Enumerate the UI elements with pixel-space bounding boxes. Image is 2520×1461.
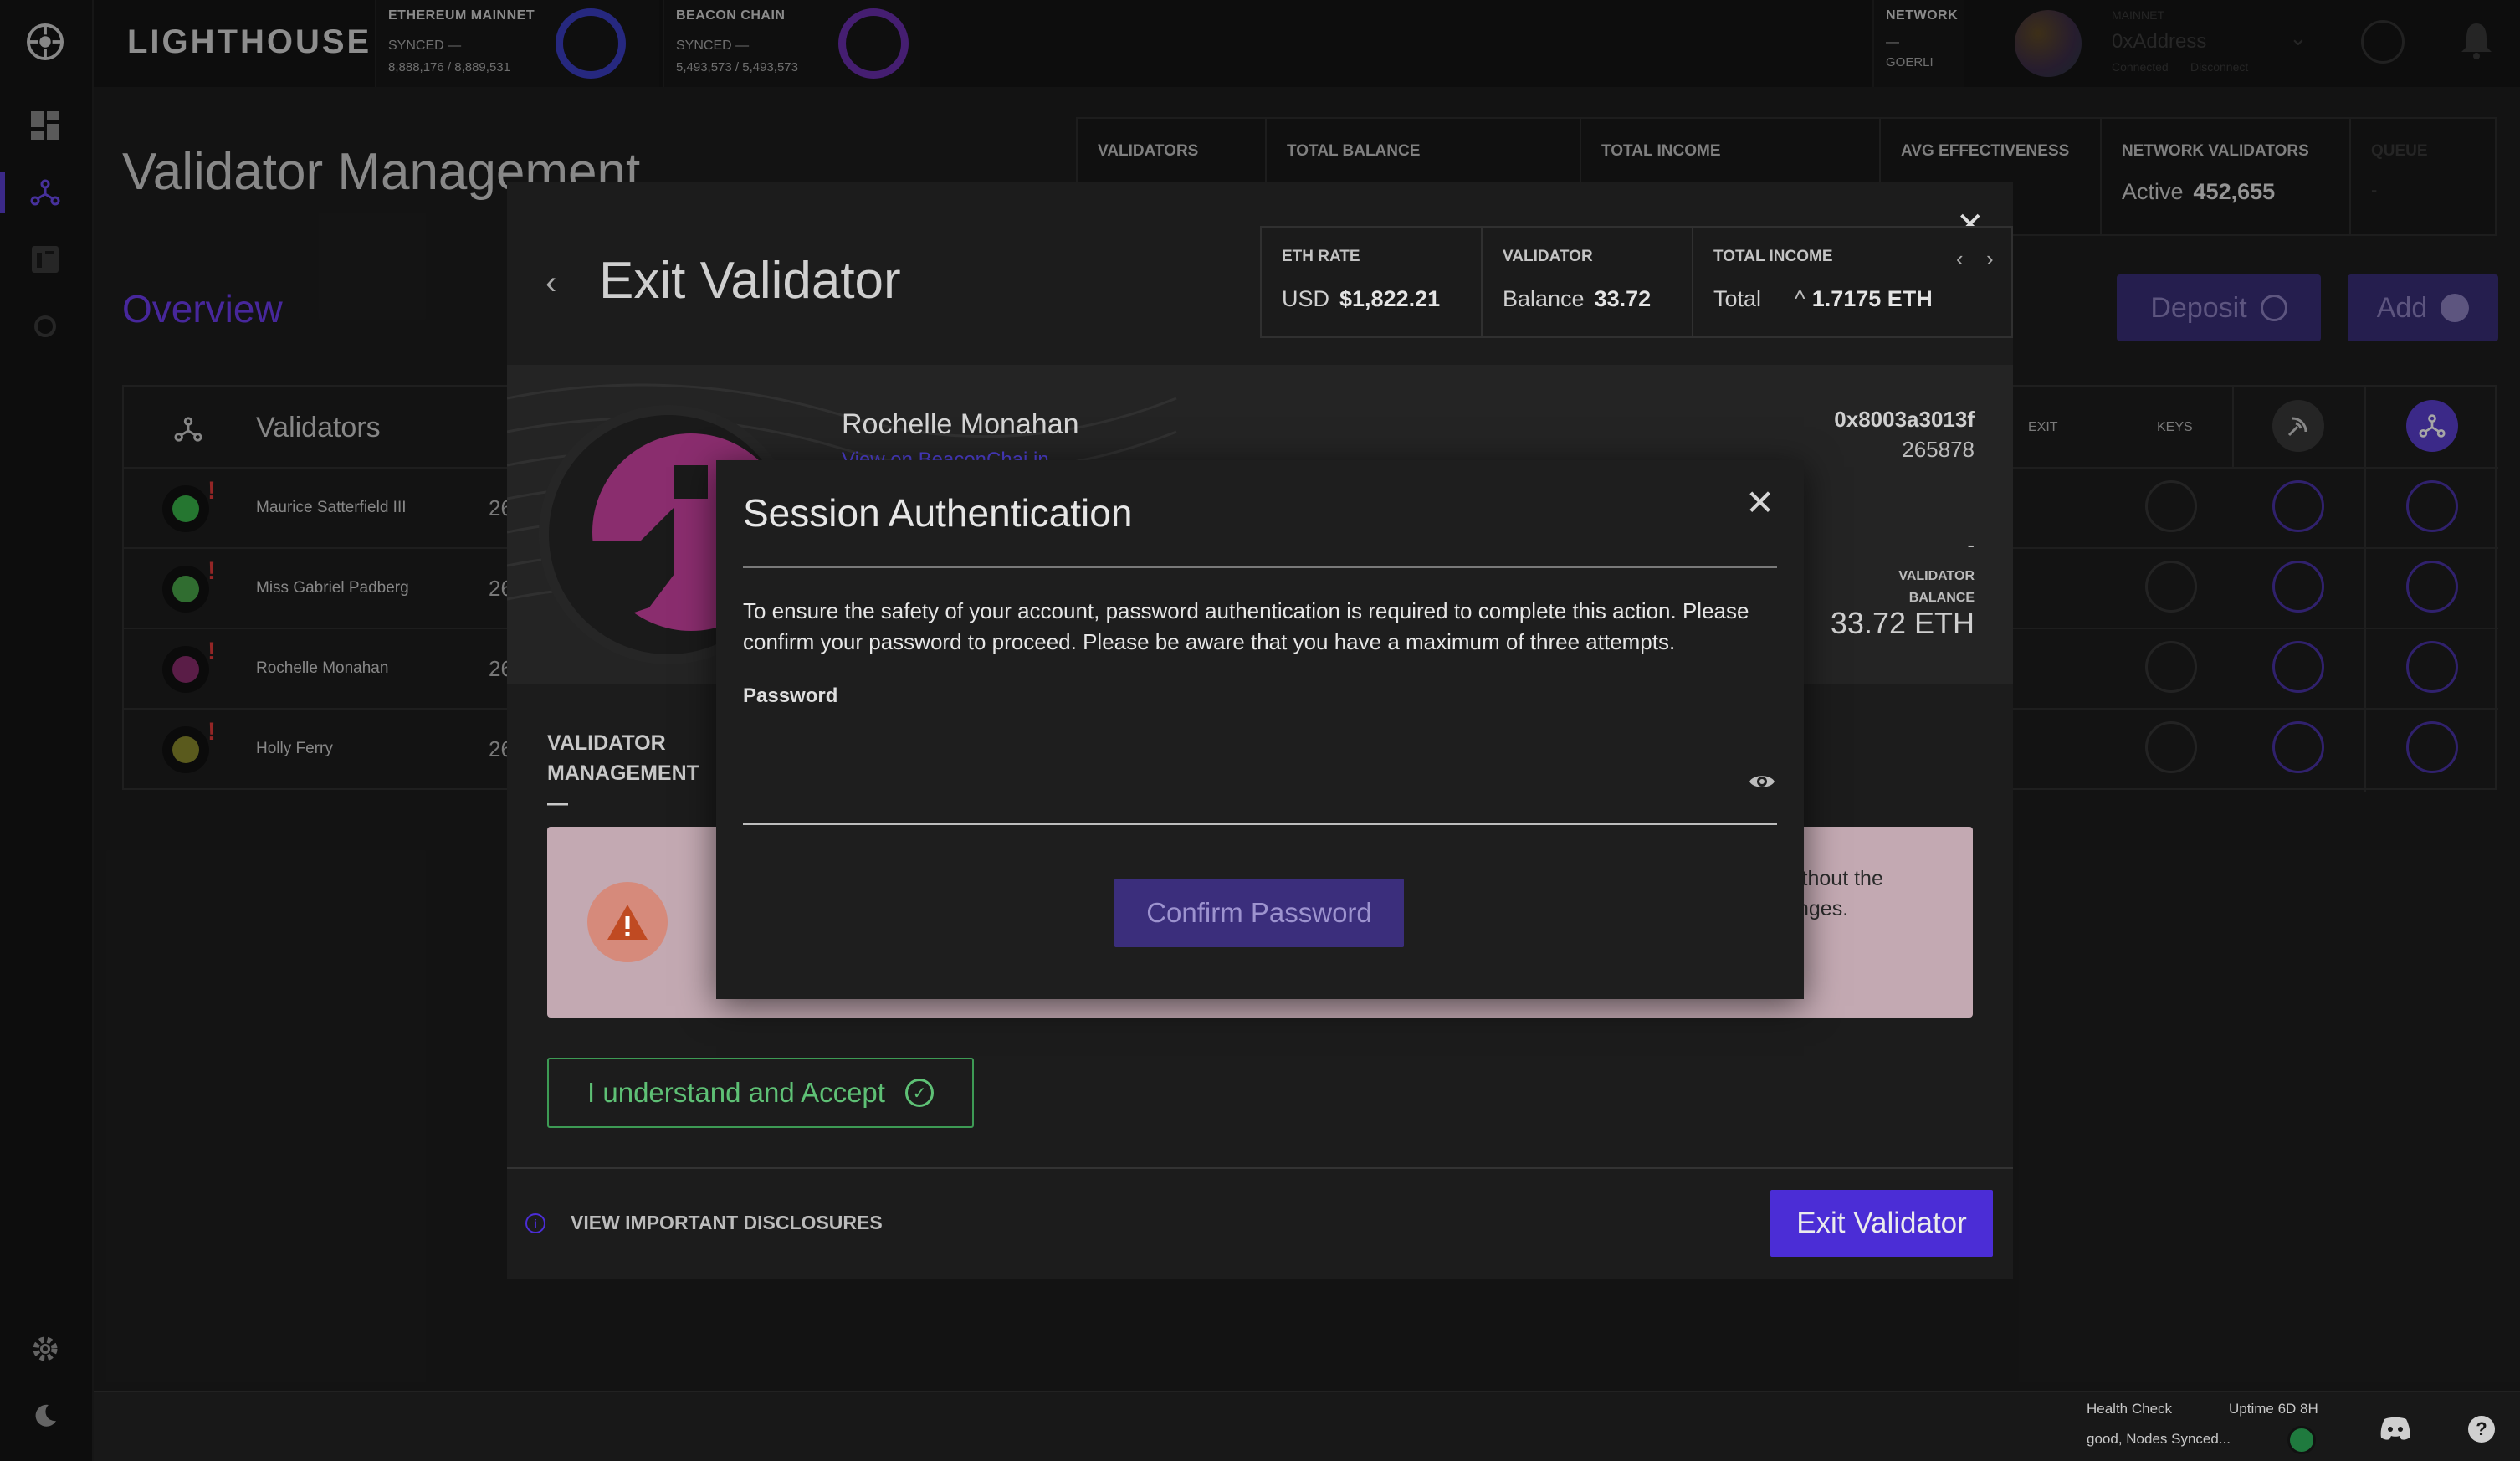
eth-rate-label: ETH RATE [1282, 248, 1360, 265]
validator-dash: - [1967, 532, 1975, 557]
info-icon: i [525, 1212, 545, 1233]
uptime: Uptime 6D 8H [2229, 1401, 2318, 1417]
confirm-password-button[interactable]: Confirm Password [1114, 879, 1404, 947]
eth-rate-value: USD $1,822.21 [1282, 286, 1461, 312]
modal-divider [743, 566, 1777, 568]
disclosures-link[interactable]: i VIEW IMPORTANT DISCLOSURES [525, 1212, 883, 1234]
exit-validator-button[interactable]: Exit Validator [1770, 1190, 1993, 1257]
validator-name-large: Rochelle Monahan [842, 408, 1079, 440]
health-check-value: good, Nodes Synced... [2087, 1431, 2231, 1447]
validator-summary-cards: ETH RATE USD $1,822.21 VALIDATOR Balance 3… [1260, 226, 2013, 338]
total-income-card-value: Total ^ 1.7175 ETH [1713, 286, 1991, 312]
total-value: 1.7175 ETH [1811, 286, 1933, 311]
warning-text-tail-1: ithout the [1797, 867, 1883, 890]
income-next-chevron-icon[interactable]: › [1986, 246, 1994, 272]
validator-balance-card: VALIDATOR Balance 33.72 [1483, 228, 1693, 336]
validator-card-label: VALIDATOR [1503, 248, 1593, 265]
usd-value: $1,822.21 [1339, 286, 1441, 311]
disclosures-label: VIEW IMPORTANT DISCLOSURES [571, 1212, 883, 1233]
check-circle-icon: ✓ [904, 1079, 934, 1107]
validator-management-label: VALIDATOR MANAGEMENT — [547, 731, 699, 815]
balance-label: Balance [1503, 286, 1585, 311]
validator-balance-label: VALIDATOR BALANCE [1898, 569, 1975, 605]
usd-label: USD [1282, 286, 1330, 311]
warning-text-tail-2: nges. [1797, 897, 1849, 920]
divider [507, 1167, 2013, 1169]
health-status-dot [2287, 1426, 2316, 1454]
balance-value: 33.72 [1594, 286, 1652, 311]
validator-balance-value: 33.72 ETH [1830, 606, 1975, 640]
total-income-card-label: TOTAL INCOME [1713, 248, 1833, 265]
eye-visibility-icon[interactable] [1749, 772, 1775, 792]
validator-pubkey: 0x8003a3013f [1834, 407, 1975, 432]
up-arrow-icon: ^ [1795, 286, 1805, 311]
accept-label: I understand and Accept [587, 1077, 885, 1108]
total-label: Total [1713, 286, 1762, 311]
eth-rate-card: ETH RATE USD $1,822.21 [1262, 228, 1483, 336]
password-label: Password [743, 684, 838, 707]
help-question-icon[interactable]: ? [2468, 1416, 2495, 1443]
back-chevron-icon[interactable]: ‹ [545, 264, 556, 302]
validator-card-value: Balance 33.72 [1503, 286, 1672, 312]
discord-icon[interactable] [2379, 1416, 2411, 1445]
validator-index-large: 265878 [1902, 437, 1975, 462]
beaconchain-link[interactable]: View on BeaconChai.in [842, 449, 1049, 460]
income-prev-chevron-icon[interactable]: ‹ [1956, 246, 1964, 272]
health-check-label: Health Check [2087, 1401, 2173, 1417]
exit-validator-title: Exit Validator [599, 252, 901, 310]
accept-button[interactable]: I understand and Accept ✓ [547, 1058, 974, 1128]
modal-close-icon[interactable]: ✕ [1745, 482, 1775, 523]
modal-description: To ensure the safety of your account, pa… [743, 598, 1749, 654]
total-income-card: TOTAL INCOME ‹ › Total ^ 1.7175 ETH [1693, 228, 2011, 336]
password-input[interactable] [743, 736, 1777, 825]
warning-triangle-icon [587, 882, 668, 962]
modal-title: Session Authentication [743, 491, 1133, 535]
